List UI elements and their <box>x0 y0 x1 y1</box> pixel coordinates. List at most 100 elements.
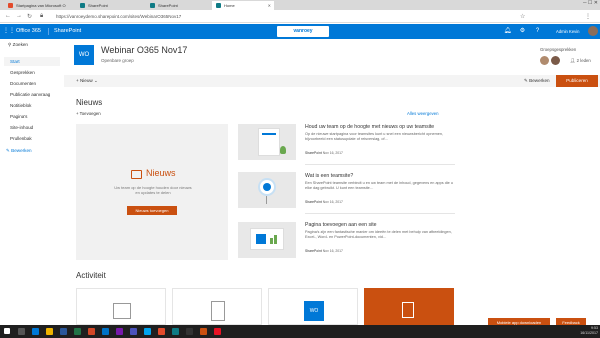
outlook-icon[interactable] <box>102 328 109 335</box>
news-item-title[interactable]: Houd uw team op de hoogte met nieuws op … <box>305 124 434 130</box>
add-news-cta[interactable]: Nieuws toevoegen <box>127 206 177 215</box>
app-icon[interactable] <box>214 328 221 335</box>
lock-icon: 🔒︎ <box>40 13 44 19</box>
nav-item-site-inhoud[interactable]: Site-inhoud <box>10 125 33 130</box>
browser-tab-2[interactable]: SharePoint <box>76 1 142 10</box>
news-placeholder-text: Uw team op de hoogte houden door nieuws … <box>114 185 192 196</box>
onenote-icon[interactable] <box>116 328 123 335</box>
notifications-icon[interactable]: 🔔︎ <box>503 27 512 36</box>
activity-card[interactable]: WO <box>268 288 358 325</box>
news-thumbnail[interactable] <box>238 222 296 258</box>
office-icon <box>8 3 13 8</box>
command-bar: + Nieuw ⌄ ✎ Bewerken <box>64 75 600 87</box>
app-icon[interactable] <box>200 328 207 335</box>
news-section-title: Nieuws <box>76 98 103 107</box>
url-field[interactable]: https://vanroeydemo.sharepoint.com/sites… <box>56 12 476 21</box>
avatar[interactable] <box>588 26 598 36</box>
word-icon[interactable] <box>60 328 67 335</box>
news-thumbnail[interactable] <box>238 172 296 208</box>
activity-section-title: Activiteit <box>76 271 106 280</box>
news-icon <box>131 170 142 179</box>
divider <box>48 28 49 35</box>
member-avatar[interactable] <box>551 56 560 65</box>
new-button[interactable]: + Nieuw ⌄ <box>76 75 98 87</box>
document-icon <box>402 302 414 318</box>
teams-icon[interactable] <box>130 328 137 335</box>
clock-date: 16/11/2017 <box>580 331 598 335</box>
activity-card[interactable] <box>364 288 454 325</box>
calendar-icon <box>113 303 131 319</box>
office-365-link[interactable]: Office 365 <box>16 24 41 39</box>
browser-tab-1[interactable]: Startpagina van Microsoft O <box>4 1 72 10</box>
sharepoint-icon[interactable] <box>172 328 179 335</box>
menu-icon[interactable]: ⋮ <box>585 13 591 20</box>
nav-item-prullenbak[interactable]: Prullenbak <box>10 136 32 141</box>
office-icon[interactable] <box>158 328 165 335</box>
taskbar <box>0 325 600 338</box>
news-item-meta: SharePoint Nov 16, 2017 <box>305 200 343 204</box>
system-clock[interactable]: 9:53 16/11/2017 <box>570 326 598 336</box>
app-icon[interactable] <box>186 328 193 335</box>
browser-tab-4[interactable]: Home ✕ <box>212 1 274 10</box>
windows-start-icon[interactable] <box>4 328 10 334</box>
search-box[interactable]: ⚲ Zoeken <box>8 42 28 48</box>
powerpoint-icon[interactable] <box>88 328 95 335</box>
browser-tab-bar: Startpagina van Microsoft O SharePoint S… <box>0 0 600 10</box>
tab-label: Home <box>224 3 235 8</box>
nav-item-publicatie-aanvraag[interactable]: Publicatie aanvraag <box>10 92 50 97</box>
news-item-body: Pagina's zijn een fantastische manier om… <box>305 230 452 240</box>
sharepoint-link[interactable]: SharePoint <box>54 24 81 39</box>
excel-icon[interactable] <box>74 328 81 335</box>
news-item-author: SharePoint <box>305 200 322 204</box>
user-name[interactable]: Admin Kevin <box>556 24 580 39</box>
pencil-icon: ✎ <box>524 78 528 83</box>
document-icon <box>211 301 225 321</box>
nav-item-documenten[interactable]: Documenten <box>10 81 36 86</box>
news-item-title[interactable]: Wat is een teamsite? <box>305 173 353 179</box>
tab-label: SharePoint <box>88 3 108 8</box>
group-conversations-link[interactable]: Groepsgesprekken <box>540 47 576 52</box>
window-controls[interactable]: ─ ☐ ✕ <box>558 0 598 6</box>
back-icon[interactable]: ← <box>5 13 11 19</box>
refresh-icon[interactable]: ↻ <box>27 13 32 20</box>
search-label: Zoeken <box>12 42 28 47</box>
nav-edit-link[interactable]: ✎ Bewerken <box>6 148 32 154</box>
nav-item-start[interactable]: Start <box>10 59 20 64</box>
search-icon: ⚲ <box>8 42 12 47</box>
news-item-date: Nov 16, 2017 <box>322 200 343 204</box>
news-item-title[interactable]: Pagina toevoegen aan een site <box>305 222 377 228</box>
site-logo[interactable]: WO <box>74 45 94 65</box>
tab-label: Startpagina van Microsoft O <box>16 3 66 8</box>
see-all-link[interactable]: Alles weergeven <box>407 111 439 116</box>
explorer-icon[interactable] <box>46 328 53 335</box>
edit-button[interactable]: ✎ Bewerken <box>524 75 550 87</box>
person-icon: 👤︎ <box>570 58 576 63</box>
news-thumbnail[interactable] <box>238 124 296 160</box>
edge-icon[interactable] <box>32 328 39 335</box>
brand-logo[interactable]: vanroey <box>277 26 329 37</box>
forward-icon[interactable]: → <box>16 13 22 19</box>
members-count[interactable]: 👤︎ 2 leden <box>570 58 591 64</box>
settings-icon[interactable]: ⚙ <box>518 27 527 36</box>
sharepoint-icon <box>216 3 221 8</box>
plus-icon: + <box>76 111 79 116</box>
site-subtitle: Openbare groep <box>101 58 134 63</box>
site-title[interactable]: Webinar O365 Nov17 <box>101 45 187 55</box>
app-launcher-icon[interactable]: ⋮⋮ <box>3 27 15 36</box>
news-item-body: Een SharePoint teamsite verbindt u en uw… <box>305 181 453 191</box>
publish-button[interactable]: Publiceren <box>556 75 598 87</box>
activity-card[interactable] <box>76 288 166 325</box>
nav-item-notitieblok[interactable]: Notitieblok <box>10 103 31 108</box>
help-icon[interactable]: ? <box>533 27 542 36</box>
nav-item-gesprekken[interactable]: Gesprekken <box>10 70 35 75</box>
nav-item-paginas[interactable]: Pagina's <box>10 114 27 119</box>
add-news-button[interactable]: + Toevoegen <box>76 111 101 116</box>
browser-tab-3[interactable]: SharePoint <box>146 1 208 10</box>
star-icon[interactable]: ☆ <box>520 13 525 20</box>
close-tab-icon[interactable]: ✕ <box>268 1 271 10</box>
search-icon[interactable] <box>18 328 25 335</box>
skype-icon[interactable] <box>144 328 151 335</box>
activity-card[interactable] <box>172 288 262 325</box>
news-item-date: Nov 16, 2017 <box>322 151 343 155</box>
member-avatar[interactable] <box>540 56 549 65</box>
